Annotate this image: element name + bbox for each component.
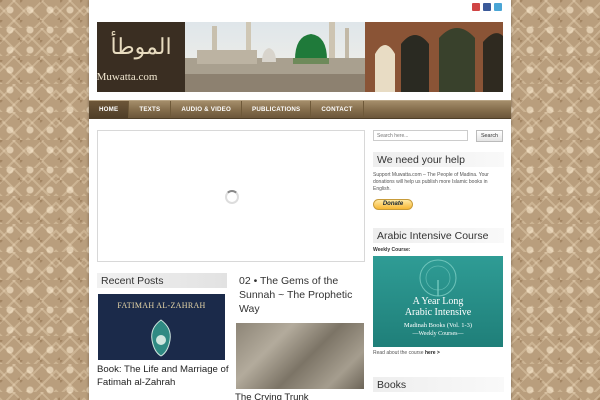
- loading-spinner-icon: [225, 190, 239, 204]
- search-input[interactable]: [373, 130, 468, 141]
- help-text: Support Muwatta.com – The People of Madi…: [373, 172, 489, 192]
- post2-title[interactable]: 02 • The Gems of the Sunnah ~ The Prophe…: [235, 272, 365, 318]
- video-player[interactable]: [97, 130, 365, 262]
- header-banner[interactable]: الموطأ Muwatta.com: [97, 22, 503, 92]
- donate-button[interactable]: Donate: [373, 199, 413, 210]
- nav-item-audio-video[interactable]: AUDIO & VIDEO: [171, 101, 243, 118]
- banner-image: الموطأ Muwatta.com: [97, 22, 503, 92]
- arabic-box-line4: —Weekly Courses—: [412, 331, 464, 337]
- books-widget-title: Books: [373, 377, 504, 392]
- read-more-link[interactable]: here >: [425, 350, 440, 356]
- arabic-box-line3: Madinah Books (Vol. 1-3): [403, 322, 473, 329]
- page-container: الموطأ Muwatta.com HOME TEXTS AUDIO & VI…: [89, 0, 511, 400]
- nav-item-contact[interactable]: CONTACT: [311, 101, 364, 118]
- main-nav: HOME TEXTS AUDIO & VIDEO PUBLICATIONS CO…: [89, 100, 511, 119]
- help-widget-title: We need your help: [373, 152, 504, 167]
- social-icons: [472, 3, 502, 11]
- post1-image-text: FATIMAH AL-ZAHRAH: [117, 301, 206, 310]
- svg-text:الموطأ: الموطأ: [110, 30, 171, 60]
- post1-image[interactable]: FATIMAH AL-ZAHRAH: [98, 294, 225, 360]
- youtube-icon[interactable]: [472, 3, 480, 11]
- post1-title[interactable]: Book: The Life and Marriage of Fatimah a…: [97, 364, 229, 389]
- logo-text: Muwatta.com: [97, 71, 158, 83]
- post1-ornament-icon: [151, 319, 171, 357]
- post3-title[interactable]: The Crying Trunk: [235, 392, 367, 400]
- search-button[interactable]: Search: [476, 130, 503, 142]
- twitter-icon[interactable]: [494, 3, 502, 11]
- weekly-label: Weekly Course:: [373, 247, 411, 253]
- post3-image[interactable]: [236, 323, 364, 389]
- arabic-box-line2: Arabic Intensive: [404, 307, 472, 318]
- facebook-icon[interactable]: [483, 3, 491, 11]
- recent-posts-title: Recent Posts: [97, 273, 227, 288]
- read-more-prefix: Read about the course: [373, 350, 424, 356]
- nav-item-texts[interactable]: TEXTS: [129, 101, 172, 118]
- arabic-widget-title: Arabic Intensive Course: [373, 228, 504, 243]
- arabic-course-banner[interactable]: A Year Long Arabic Intensive Madinah Boo…: [373, 256, 503, 347]
- arabic-box-line1: A Year Long: [412, 296, 464, 307]
- read-more-text: Read about the course here >: [373, 350, 440, 357]
- nav-item-home[interactable]: HOME: [89, 101, 130, 118]
- nav-item-publications[interactable]: PUBLICATIONS: [242, 101, 312, 118]
